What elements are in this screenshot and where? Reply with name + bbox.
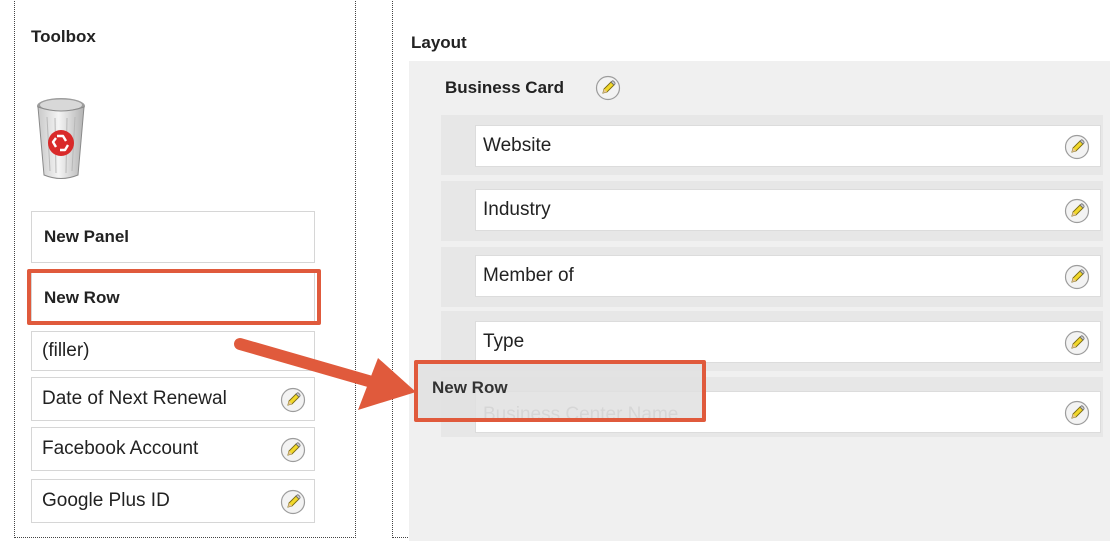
pencil-icon[interactable] [1064, 134, 1090, 160]
pencil-icon[interactable] [595, 75, 621, 101]
filler-label: (filler) [42, 340, 90, 361]
type-field[interactable]: Type [475, 321, 1101, 363]
pencil-icon[interactable] [280, 489, 306, 515]
type-label: Type [483, 331, 525, 352]
facebook-account-label: Facebook Account [42, 438, 199, 459]
pencil-icon[interactable] [1064, 264, 1090, 290]
website-field[interactable]: Website [475, 125, 1101, 167]
facebook-account-item[interactable]: Facebook Account [31, 427, 315, 471]
new-panel-item[interactable]: New Panel [31, 211, 315, 263]
member-of-label: Member of [483, 265, 574, 286]
recycle-bin-icon[interactable] [35, 95, 87, 181]
date-of-next-renewal-label: Date of Next Renewal [42, 388, 227, 409]
drag-arrow-icon [234, 338, 416, 410]
new-row-highlight [27, 269, 321, 325]
drag-ghost-label: New Row [432, 378, 508, 397]
pencil-icon[interactable] [280, 437, 306, 463]
industry-field[interactable]: Industry [475, 189, 1101, 231]
layout-panel: Layout Business Card Website Industry Me… [392, 0, 1110, 541]
new-panel-label: New Panel [44, 227, 130, 246]
toolbox-panel: Toolbox New Panel New Row (filler) Date … [14, 0, 356, 538]
pencil-icon[interactable] [1064, 400, 1090, 426]
google-plus-id-item[interactable]: Google Plus ID [31, 479, 315, 523]
business-card-title: Business Card [445, 78, 565, 97]
pencil-icon[interactable] [1064, 198, 1090, 224]
website-label: Website [483, 135, 552, 156]
pencil-icon[interactable] [1064, 330, 1090, 356]
new-row-drag-ghost[interactable]: New Row [414, 360, 706, 422]
google-plus-id-label: Google Plus ID [42, 490, 170, 511]
member-of-field[interactable]: Member of [475, 255, 1101, 297]
industry-label: Industry [483, 199, 551, 220]
toolbox-title: Toolbox [31, 27, 96, 46]
business-card-panel-header: Business Card [445, 78, 564, 98]
layout-title: Layout [411, 33, 467, 52]
